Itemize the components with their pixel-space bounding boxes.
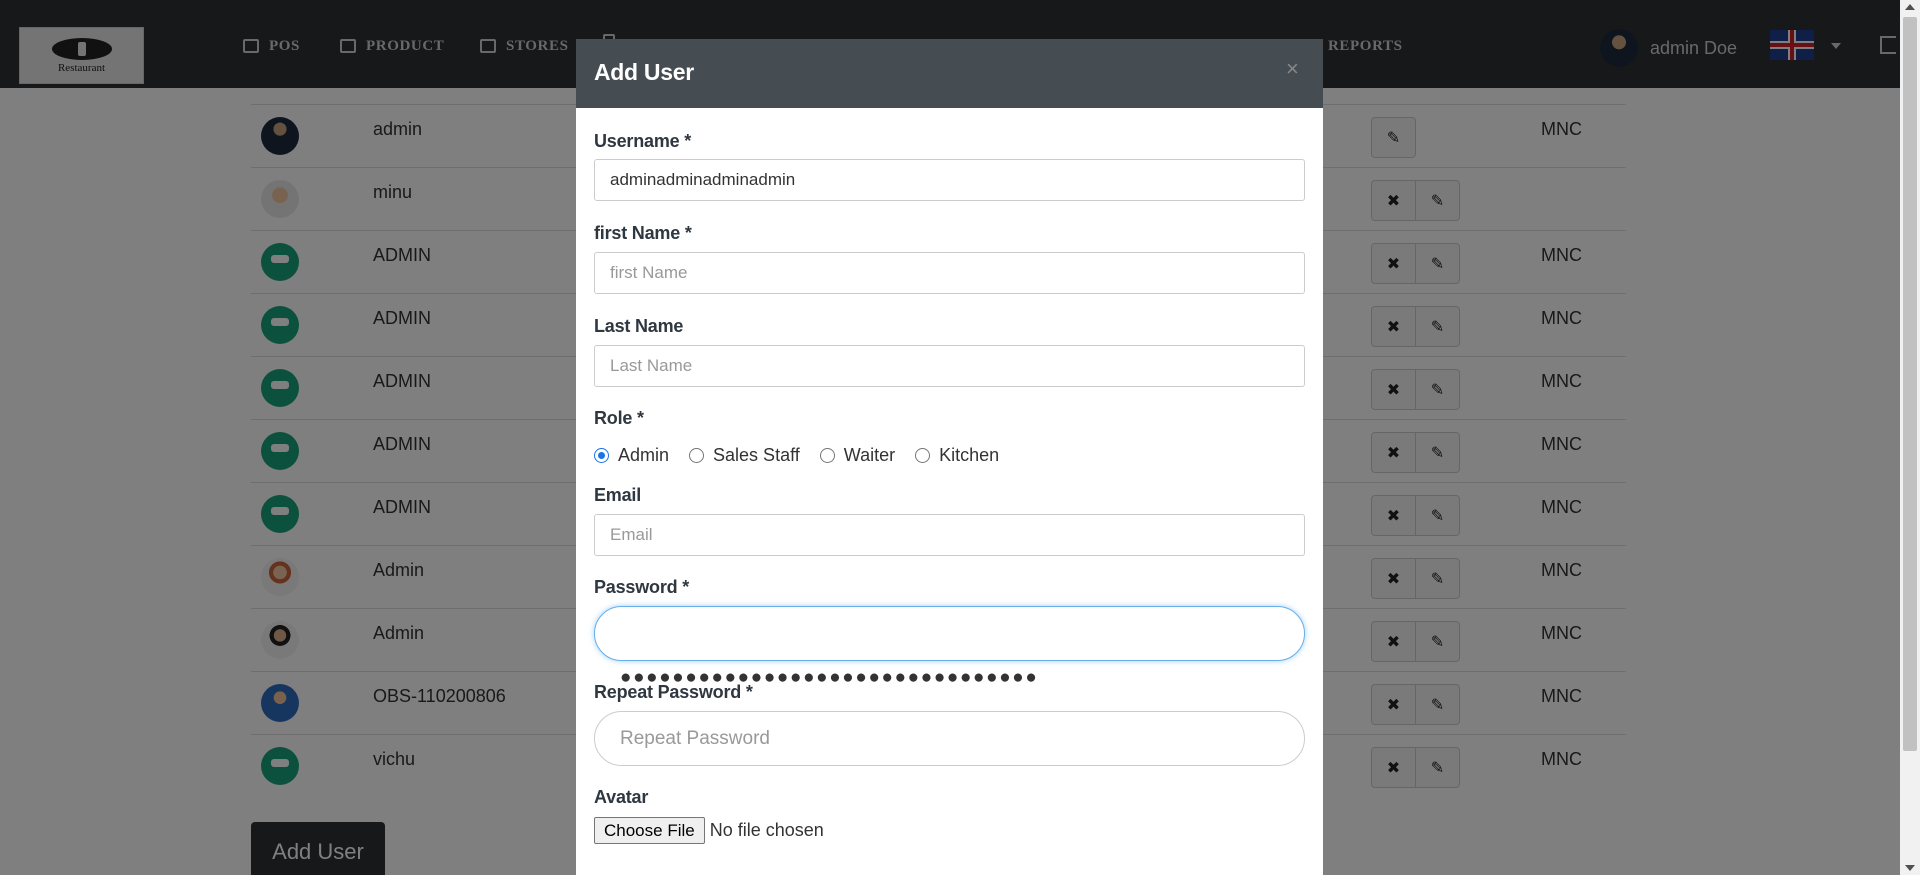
last-name-label: Last Name [594, 316, 684, 336]
modal-title: Add User [594, 59, 694, 85]
add-user-modal: Add User × Username * first Name * Last … [576, 39, 1323, 875]
scrollbar-thumb[interactable] [1903, 17, 1917, 751]
avatar-label: Avatar [594, 787, 649, 807]
username-input[interactable] [594, 159, 1305, 201]
role-option-label: Kitchen [939, 444, 1000, 465]
email-input[interactable] [594, 514, 1305, 556]
role-option-kitchen[interactable]: Kitchen [915, 445, 999, 466]
last-name-input[interactable] [594, 345, 1305, 387]
close-icon[interactable]: × [1286, 58, 1299, 80]
role-radio-group: Admin Sales Staff Waiter Kitchen [594, 443, 1019, 467]
first-name-input[interactable] [594, 252, 1305, 294]
repeat-password-label: Repeat Password * [594, 682, 753, 702]
file-status-text: No file chosen [709, 820, 824, 840]
role-option-sales-staff[interactable]: Sales Staff [689, 445, 800, 466]
radio-unchecked-icon[interactable] [819, 447, 835, 463]
radio-checked-icon[interactable] [594, 447, 609, 463]
page-scrollbar[interactable] [1900, 0, 1920, 875]
avatar-file-input[interactable]: Choose File No file chosen [594, 817, 824, 844]
email-label: Email [594, 485, 642, 505]
first-name-label: first Name * [594, 223, 692, 243]
role-option-label: Admin [618, 444, 670, 465]
role-option-waiter[interactable]: Waiter [819, 444, 896, 466]
role-option-label: Sales Staff [713, 444, 800, 465]
role-option-label: Waiter [843, 444, 896, 465]
password-input[interactable] [594, 606, 1305, 661]
scroll-down-arrow-icon[interactable] [1905, 865, 1915, 871]
modal-header: Add User × [576, 39, 1323, 108]
password-label: Password * [594, 577, 690, 597]
scroll-up-arrow-icon[interactable] [1905, 4, 1915, 10]
role-option-admin[interactable]: Admin [594, 445, 669, 466]
role-label: Role * [594, 408, 644, 428]
radio-unchecked-icon[interactable] [915, 447, 931, 463]
repeat-password-input[interactable] [594, 711, 1305, 766]
username-label: Username * [594, 131, 692, 151]
choose-file-button[interactable]: Choose File [594, 817, 705, 844]
radio-unchecked-icon[interactable] [689, 447, 705, 463]
